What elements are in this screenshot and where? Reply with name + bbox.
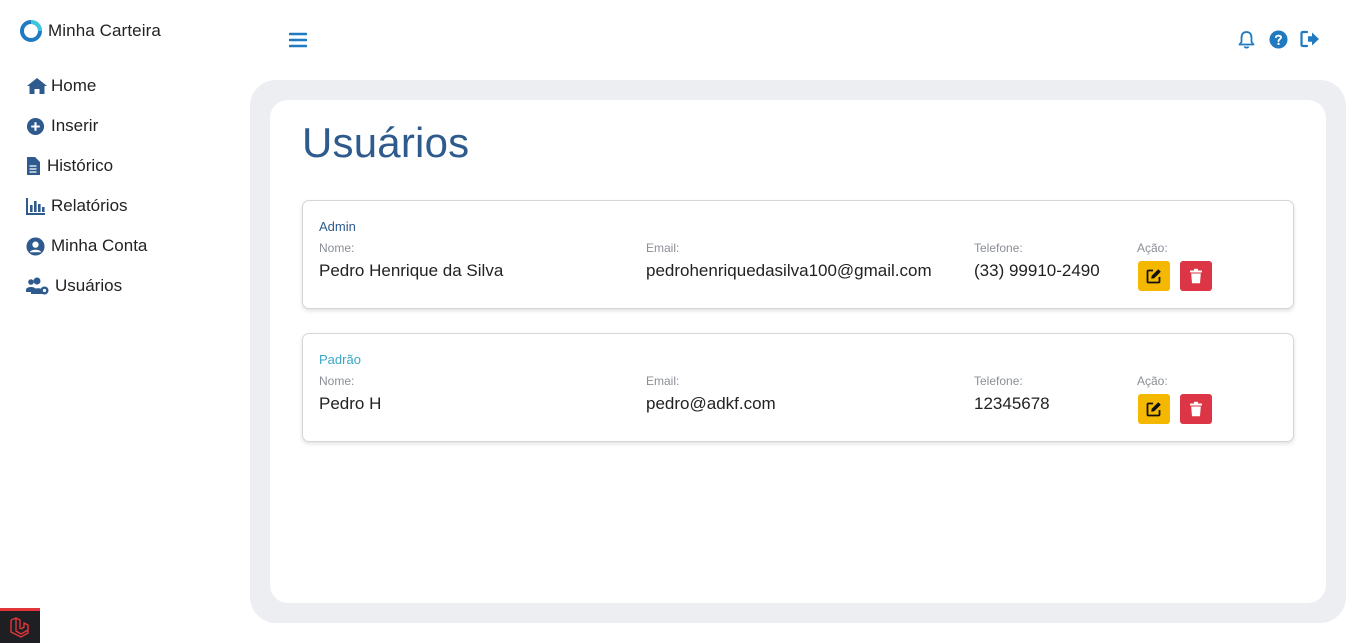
trash-icon [1190,401,1202,417]
sidebar-item-home[interactable]: Home [26,66,147,106]
delete-button[interactable] [1180,394,1212,424]
bar-chart-icon [26,195,48,217]
edit-icon [1146,269,1161,284]
top-actions [1236,29,1320,49]
wallet-logo-icon [20,20,42,42]
plus-circle-icon [26,115,48,137]
user-card: Admin Nome: Pedro Henrique da Silva Emai… [302,200,1294,309]
email-label: Email: [646,374,680,388]
sidebar-item-minha-conta[interactable]: Minha Conta [26,226,147,266]
brand[interactable]: Minha Carteira [20,20,161,42]
action-label: Ação: [1137,374,1168,388]
sidebar-item-label: Home [51,76,97,95]
delete-button[interactable] [1180,261,1212,291]
users-cog-icon [26,275,52,297]
sidebar-item-label: Usuários [55,276,123,295]
bell-icon[interactable] [1236,29,1256,49]
action-label: Ação: [1137,241,1168,255]
user-circle-icon [26,235,48,257]
laravel-logo-icon [10,617,29,638]
page-title: Usuários [302,119,470,166]
name-label: Nome: [319,374,355,388]
menu-icon[interactable] [288,31,308,49]
role-badge: Admin [319,219,356,234]
laravel-debugbar-button[interactable] [0,608,40,643]
name-label: Nome: [319,241,355,255]
sidebar-item-usuarios[interactable]: Usuários [26,266,147,306]
user-card: Padrão Nome: Pedro H Email: pedro@adkf.c… [302,333,1294,442]
sidebar-item-label: Minha Conta [51,236,148,255]
brand-name: Minha Carteira [48,21,161,40]
trash-icon [1190,268,1202,284]
phone-label: Telefone: [974,374,1023,388]
file-icon [26,155,44,177]
sidebar-nav: Home Inserir Histórico Relatórios Minha … [26,66,147,306]
phone-label: Telefone: [974,241,1023,255]
sidebar-item-relatorios[interactable]: Relatórios [26,186,147,226]
email-label: Email: [646,241,680,255]
edit-icon [1146,402,1161,417]
logout-icon[interactable] [1300,29,1320,49]
user-name: Pedro Henrique da Silva [319,261,504,280]
user-name: Pedro H [319,394,382,413]
sidebar-item-label: Relatórios [51,196,128,215]
user-phone: (33) 99910-2490 [974,261,1100,280]
home-icon [26,75,48,97]
edit-button[interactable] [1138,394,1170,424]
sidebar-item-label: Inserir [51,116,99,135]
user-phone: 12345678 [974,394,1050,413]
help-icon[interactable] [1268,29,1288,49]
sidebar-item-historico[interactable]: Histórico [26,146,147,186]
edit-button[interactable] [1138,261,1170,291]
user-email: pedrohenriquedasilva100@gmail.com [646,261,932,280]
sidebar-item-inserir[interactable]: Inserir [26,106,147,146]
user-email: pedro@adkf.com [646,394,776,413]
role-badge: Padrão [319,352,361,367]
sidebar-item-label: Histórico [47,156,114,175]
